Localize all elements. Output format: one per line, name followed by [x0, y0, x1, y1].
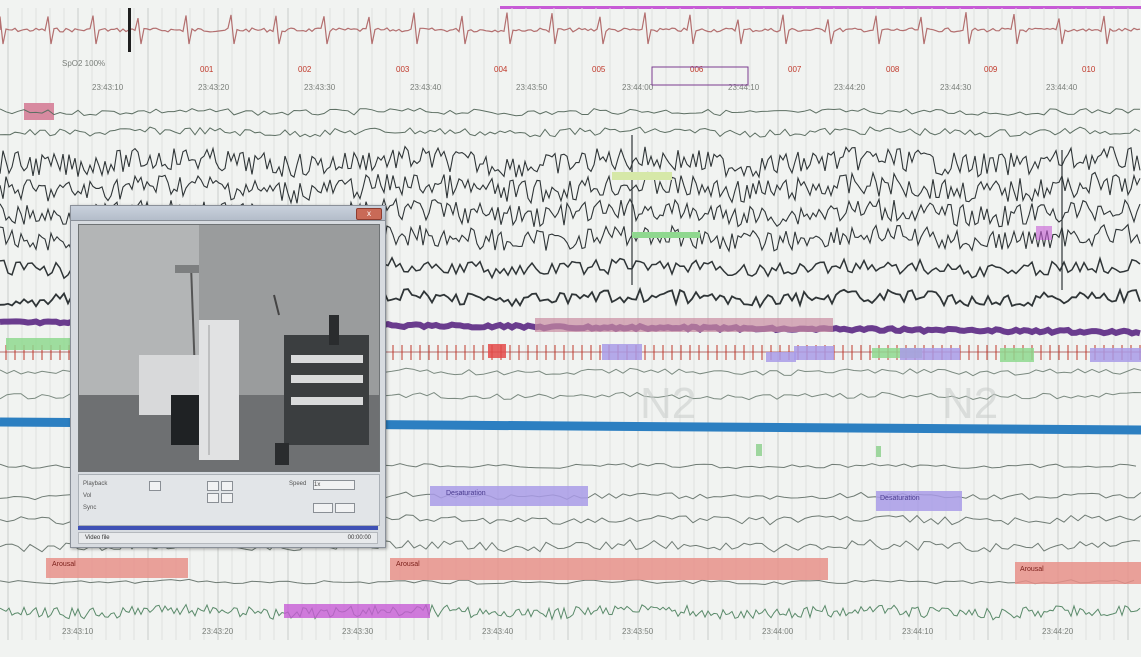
video-status-left: Video file: [85, 535, 110, 541]
stage-label-1: N2: [640, 379, 696, 428]
prev-frame-button[interactable]: [207, 481, 219, 491]
arousal-event-1-label: Arousal: [52, 561, 76, 568]
arousal-event-2[interactable]: [390, 558, 828, 580]
pause-button[interactable]: [221, 493, 233, 503]
timestamp-label: 23:43:30: [304, 83, 336, 92]
green-marker-2[interactable]: [876, 446, 881, 457]
zoom-in-button[interactable]: [313, 503, 333, 513]
video-iv-hook: [175, 265, 199, 273]
epoch-number: 001: [200, 65, 214, 74]
arousal-event-2-label: Arousal: [396, 561, 420, 568]
timestamp-label: 23:43:50: [516, 83, 548, 92]
epoch-number: 009: [984, 65, 998, 74]
marker-box: [794, 346, 834, 360]
desat-event-2-label: Desaturation: [880, 495, 920, 502]
video-status-right: 00:00:00: [347, 535, 371, 541]
video-controls: Playback Vol Sync Speed 1x: [78, 474, 380, 526]
video-rack-shelf-1: [291, 355, 363, 363]
epoch-number: 004: [494, 65, 508, 74]
video-progress-bar[interactable]: [78, 526, 378, 530]
video-window[interactable]: x Playback Vol Sync Speed 1x Video file …: [70, 205, 386, 548]
stage-label-2: N2: [942, 379, 998, 428]
epoch-number: 003: [396, 65, 410, 74]
epoch-number: 007: [788, 65, 802, 74]
video-scene: [79, 225, 379, 471]
marker-box: [766, 352, 796, 362]
bottom-timestamp: 23:43:50: [622, 627, 654, 636]
marker-box: [1000, 348, 1034, 362]
video-rack-top: [329, 315, 339, 345]
green-marker-1[interactable]: [756, 444, 762, 456]
video-rack-shelf-3: [291, 397, 363, 405]
timestamp-label: 23:44:40: [1046, 83, 1078, 92]
annotation-marker: [1036, 226, 1052, 240]
timestamp-label: 23:44:10: [728, 83, 760, 92]
epoch-number: 006: [690, 65, 704, 74]
volume-label: Vol: [83, 493, 92, 499]
video-frame[interactable]: [78, 224, 380, 472]
video-rack-shelf-2: [291, 375, 363, 383]
annotation-marker: [632, 232, 700, 238]
video-cabinet: [199, 320, 239, 460]
annotation-marker: [612, 172, 672, 180]
video-equipment-rack: [284, 335, 369, 445]
timestamp-label: 23:44:00: [622, 83, 654, 92]
arousal-event-3-label: Arousal: [1020, 566, 1044, 573]
zoom-out-button[interactable]: [335, 503, 355, 513]
cursor-marker[interactable]: [128, 8, 131, 52]
bottom-timestamp: 23:44:00: [762, 627, 794, 636]
pink-event-bar[interactable]: [535, 318, 833, 332]
desat-event-1-label: Desaturation: [446, 490, 486, 497]
spo2-label: SpO2 100%: [62, 59, 105, 68]
epoch-number: 010: [1082, 65, 1096, 74]
marker-box: [488, 344, 506, 358]
bottom-timestamp: 23:43:20: [202, 627, 234, 636]
bottom-timestamp: 23:43:30: [342, 627, 374, 636]
speed-select[interactable]: 1x: [313, 480, 355, 490]
marker-box: [6, 338, 76, 350]
sync-label: Sync: [83, 505, 97, 511]
playback-label: Playback: [83, 481, 108, 487]
speed-label: Speed: [289, 481, 307, 487]
epoch-number: 005: [592, 65, 606, 74]
timestamp-label: 23:43:10: [92, 83, 124, 92]
marker-box: [900, 348, 960, 360]
timestamp-label: 23:43:40: [410, 83, 442, 92]
bottom-timestamp: 23:43:40: [482, 627, 514, 636]
video-status-bar: Video file 00:00:00: [78, 532, 378, 544]
marker-box: [1090, 348, 1141, 362]
timestamp-label: 23:43:20: [198, 83, 230, 92]
next-frame-button[interactable]: [221, 481, 233, 491]
bottom-timestamp: 23:44:10: [902, 627, 934, 636]
bottom-timestamp: 23:43:10: [62, 627, 94, 636]
video-chair: [275, 443, 289, 465]
video-close-button[interactable]: x: [356, 208, 382, 220]
magenta-event-bar[interactable]: [284, 604, 430, 618]
play-button[interactable]: [207, 493, 219, 503]
epoch-number: 008: [886, 65, 900, 74]
video-titlebar[interactable]: x: [71, 206, 385, 221]
epoch-number: 002: [298, 65, 312, 74]
playback-dropdown[interactable]: [149, 481, 161, 491]
timestamp-label: 23:44:30: [940, 83, 972, 92]
timestamp-label: 23:44:20: [834, 83, 866, 92]
bottom-timestamp: 23:44:20: [1042, 627, 1074, 636]
marker-box: [602, 344, 642, 360]
